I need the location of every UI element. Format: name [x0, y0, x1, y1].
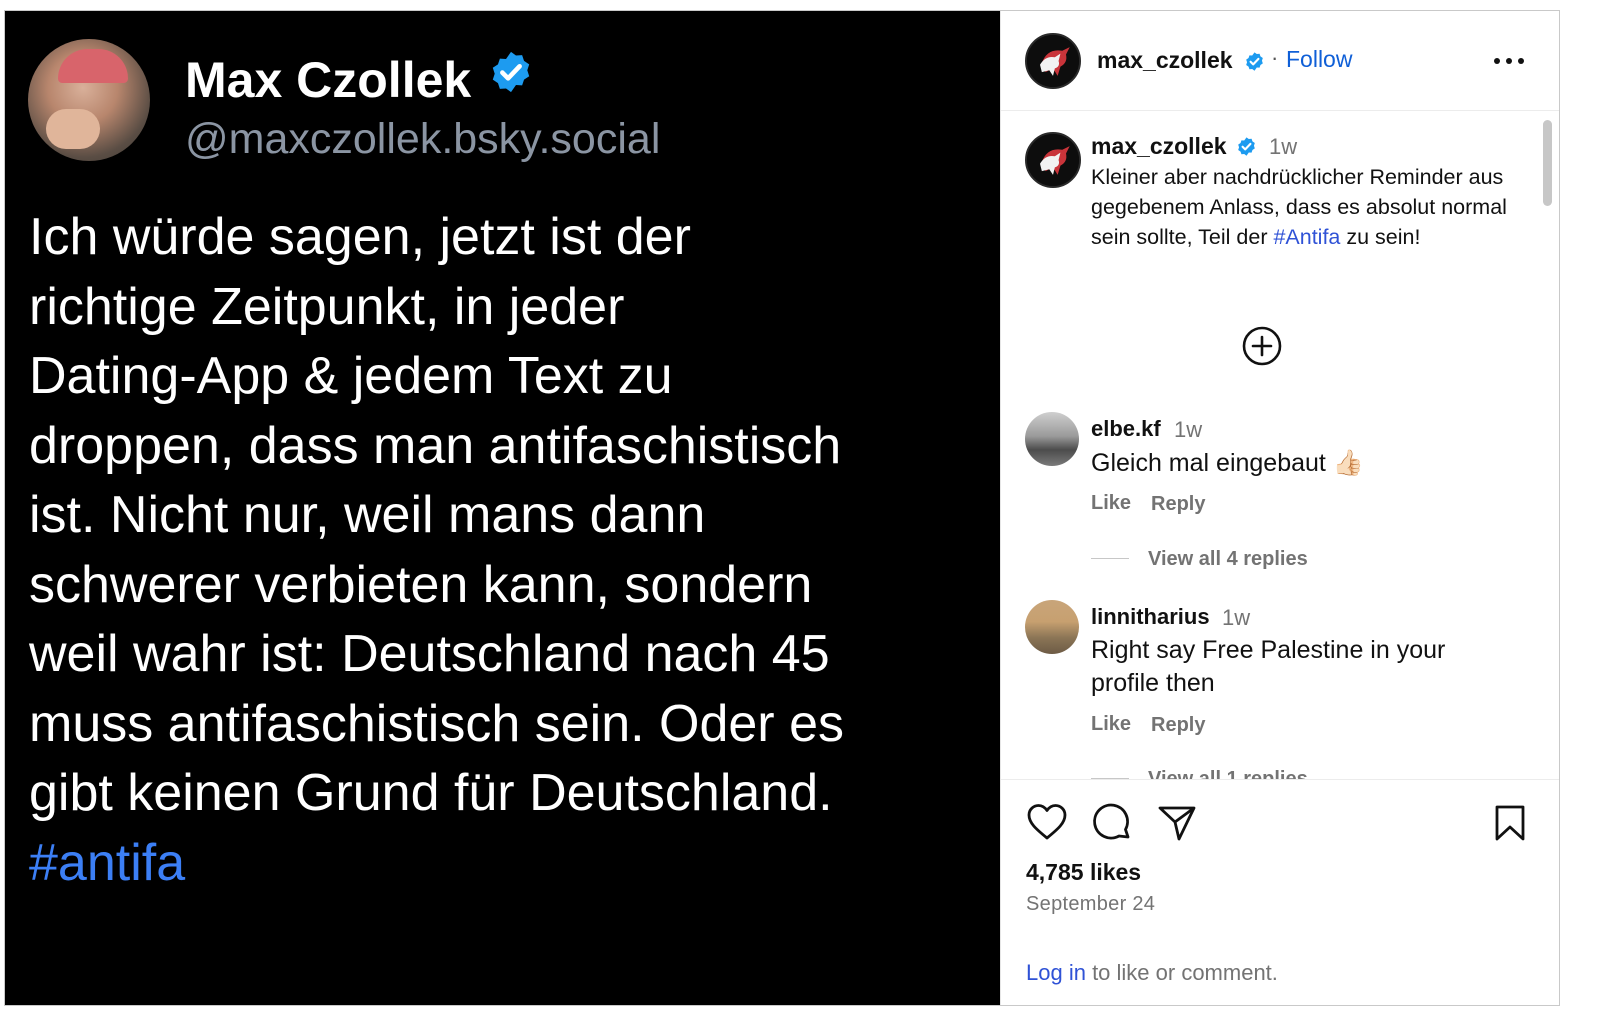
caption-hashtag-link[interactable]: #Antifa [1273, 225, 1340, 249]
caption-text: Kleiner aber nachdrücklicher Reminder au… [1091, 162, 1521, 252]
antifa-logo-icon [1027, 35, 1079, 87]
author-avatar [28, 39, 150, 161]
login-prompt-text: to like or comment. [1085, 960, 1278, 985]
post-side-panel: max_czollek · Follow max_czollek 1w Klei… [1000, 11, 1559, 1005]
header-separator: · [1271, 45, 1279, 70]
post-body-text: Ich würde sagen, jetzt ist der richtige … [29, 203, 989, 898]
replies-divider [1091, 558, 1129, 559]
comment-reply-button[interactable]: Reply [1151, 493, 1205, 516]
verified-badge-icon [1238, 137, 1255, 156]
author-name: Max Czollek [185, 52, 472, 108]
post-hashtag: #antifa [29, 833, 186, 892]
comment-text: Gleich mal eingebaut 👍🏻 [1091, 449, 1364, 477]
heart-icon[interactable] [1026, 802, 1068, 842]
comment-like-button[interactable]: Like [1091, 713, 1131, 736]
login-prompt: Log in to like or comment. [1026, 960, 1278, 986]
post-image: Max Czollek @maxczollek.bsky.social Ich … [5, 11, 1000, 1005]
scrollbar-thumb[interactable] [1543, 120, 1552, 206]
view-replies-link[interactable]: View all 1 replies [1148, 768, 1308, 779]
caption-text-after: zu sein! [1340, 225, 1421, 249]
caption-timestamp: 1w [1269, 134, 1298, 159]
view-replies-link[interactable]: View all 4 replies [1148, 548, 1308, 571]
caption-avatar[interactable] [1025, 132, 1081, 188]
login-link[interactable]: Log in [1026, 960, 1086, 985]
comments-area[interactable]: max_czollek 1w Kleiner aber nachdrücklic… [1001, 112, 1559, 779]
post-date: September 24 [1026, 893, 1156, 915]
bookmark-icon[interactable] [1494, 804, 1526, 842]
screenshot-frame: Max Czollek @maxczollek.bsky.social Ich … [4, 10, 1560, 1006]
comment-bubble-icon[interactable] [1091, 802, 1133, 844]
likes-count[interactable]: 4,785 likes [1026, 859, 1141, 886]
comment-text: Right say Free Palestine in your profile… [1091, 636, 1446, 697]
more-options-icon[interactable] [1489, 49, 1529, 73]
post-body-main: Ich würde sagen, jetzt ist der richtige … [29, 208, 844, 822]
post-header: max_czollek · Follow [1001, 11, 1559, 111]
verified-badge-icon [1246, 52, 1263, 71]
header-avatar[interactable] [1025, 33, 1081, 89]
comment-timestamp: 1w [1222, 605, 1251, 630]
follow-button[interactable]: Follow [1286, 46, 1352, 73]
comment-like-button[interactable]: Like [1091, 492, 1131, 515]
verified-badge-icon [492, 51, 530, 93]
comment-username[interactable]: linnitharius [1091, 604, 1210, 630]
comment-username[interactable]: elbe.kf [1091, 416, 1161, 442]
load-more-comments-icon[interactable] [1241, 325, 1283, 367]
comment-avatar[interactable] [1025, 600, 1079, 654]
header-username[interactable]: max_czollek [1097, 47, 1233, 74]
caption-username[interactable]: max_czollek [1091, 133, 1227, 160]
share-paper-plane-icon[interactable] [1157, 804, 1197, 842]
author-handle: @maxczollek.bsky.social [185, 115, 661, 163]
antifa-logo-icon [1027, 134, 1079, 186]
comment-timestamp: 1w [1174, 417, 1203, 442]
comment-avatar[interactable] [1025, 412, 1079, 466]
post-action-bar: 4,785 likes September 24 Log in to like … [1001, 779, 1559, 1005]
comment-reply-button[interactable]: Reply [1151, 714, 1205, 737]
